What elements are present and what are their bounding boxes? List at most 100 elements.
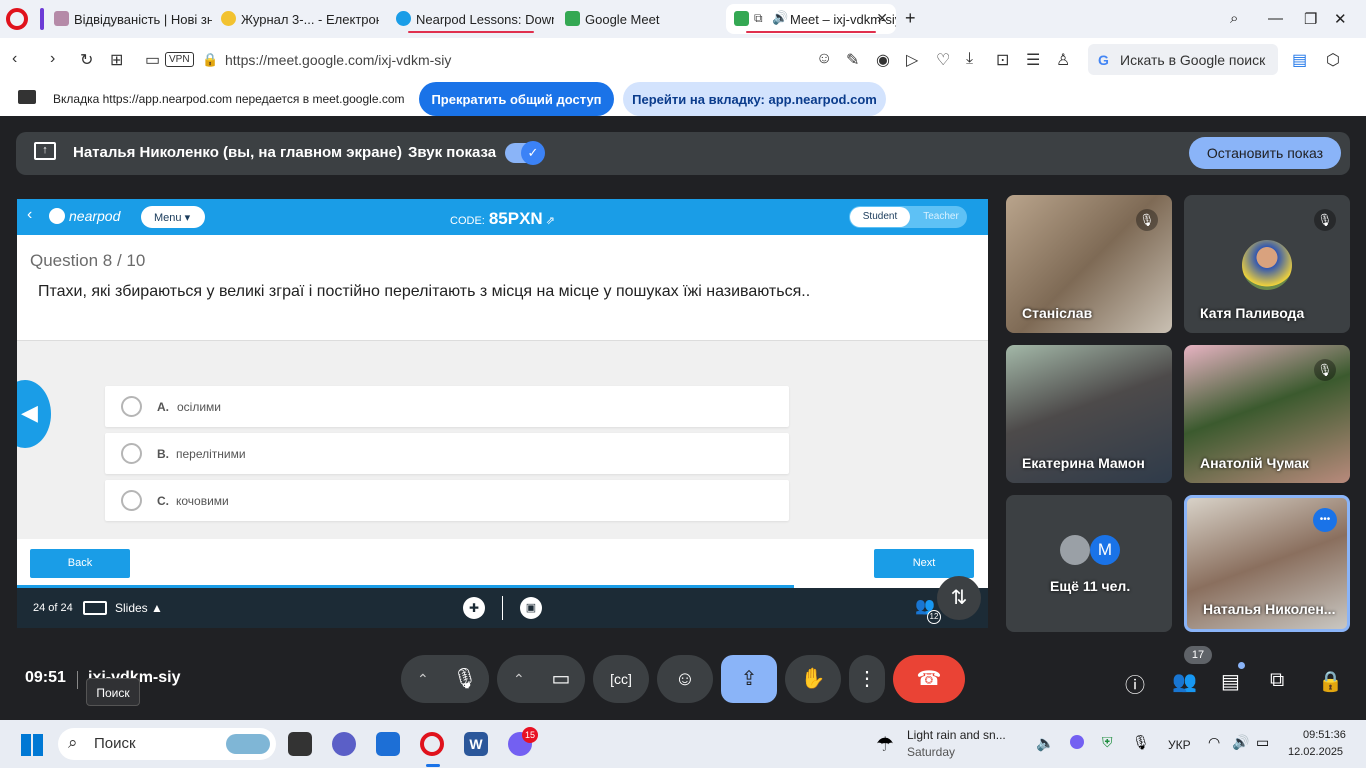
swap-layout-icon[interactable]: ⇅ bbox=[937, 576, 981, 620]
info-icon[interactable]: ⓘ bbox=[1125, 669, 1145, 698]
taskbar-search[interactable]: ⌕ Поиск bbox=[58, 728, 276, 760]
answer-option[interactable]: A. осілими bbox=[105, 386, 789, 427]
nearpod-logo-text: nearpod bbox=[69, 208, 121, 224]
language-indicator[interactable]: УКР bbox=[1168, 738, 1191, 752]
viber-tray-icon[interactable] bbox=[1070, 735, 1084, 749]
restore-icon[interactable]: ❐ bbox=[1304, 10, 1317, 28]
present-icon: ⇪ bbox=[740, 668, 758, 690]
radio-button[interactable] bbox=[121, 443, 142, 464]
battery-icon[interactable]: ▭ bbox=[1256, 734, 1269, 751]
send-icon[interactable]: ▷ bbox=[906, 50, 918, 70]
stop-sharing-button[interactable]: Прекратить общий доступ bbox=[419, 82, 614, 116]
weather-summary[interactable]: Light rain and sn... bbox=[907, 728, 1006, 742]
close-window-icon[interactable]: ✕ bbox=[1334, 10, 1347, 28]
heart-icon[interactable]: ♡ bbox=[936, 50, 950, 70]
chat-icon[interactable]: ▤ bbox=[1221, 669, 1240, 694]
tab-meet-active[interactable]: ⧉ 🔊 Meet – ixj-vdkm-siy ✕ bbox=[726, 4, 896, 34]
leave-call-button[interactable]: ☎ bbox=[893, 655, 965, 703]
reload-icon[interactable]: ↻ bbox=[80, 50, 93, 70]
extensions-icon[interactable]: ⬡ bbox=[1326, 50, 1340, 70]
camera-options-chevron-icon[interactable]: ⌃ bbox=[513, 655, 525, 703]
radio-button[interactable] bbox=[121, 490, 142, 511]
google-search-input[interactable]: G Искать в Google поиск bbox=[1088, 44, 1278, 75]
vpn-badge[interactable]: VPN bbox=[165, 52, 194, 67]
new-tab-icon[interactable]: + bbox=[905, 8, 916, 29]
download-icon[interactable]: ⤓ bbox=[966, 50, 973, 68]
word-icon[interactable]: W bbox=[464, 732, 488, 756]
opera-icon[interactable] bbox=[420, 732, 444, 756]
clock-time[interactable]: 09:51:36 bbox=[1303, 729, 1346, 741]
stop-presenting-button[interactable]: Остановить показ bbox=[1189, 137, 1341, 169]
slides-toggle[interactable]: Slides ▲ bbox=[115, 601, 163, 615]
captions-button[interactable]: [cc] bbox=[593, 655, 649, 703]
option-text: перелітними bbox=[176, 447, 246, 461]
minimize-icon[interactable]: — bbox=[1268, 10, 1283, 27]
emoji-icon[interactable]: ☺ bbox=[816, 50, 832, 68]
host-controls-icon[interactable]: 🔒 bbox=[1318, 669, 1343, 694]
nearpod-menu-button[interactable]: Menu ▾ bbox=[141, 206, 205, 228]
mic-options-chevron-icon[interactable]: ⌃ bbox=[417, 655, 429, 703]
edit-icon[interactable]: ✎ bbox=[846, 50, 859, 70]
teacher-option[interactable]: Teacher bbox=[917, 207, 965, 227]
mic-tray-icon[interactable]: 🎙 bbox=[1132, 734, 1150, 751]
more-participants-tile[interactable]: M Ещё 11 чел. bbox=[1006, 495, 1172, 632]
sidebar-icon[interactable]: ▤ bbox=[1292, 50, 1307, 70]
next-button[interactable]: Next bbox=[874, 549, 974, 578]
puzzle-icon[interactable]: ✚ bbox=[463, 597, 485, 619]
share-audio-toggle[interactable]: ✓ bbox=[505, 141, 545, 165]
more-options-button[interactable]: ⋮ bbox=[849, 655, 885, 703]
forward-icon[interactable]: › bbox=[50, 50, 55, 68]
back-button[interactable]: Back bbox=[30, 549, 130, 578]
clock-date[interactable]: 12.02.2025 bbox=[1288, 746, 1343, 758]
student-option[interactable]: Student bbox=[850, 207, 910, 227]
snapshot-icon[interactable]: ◉ bbox=[876, 50, 890, 70]
url-field[interactable]: https://meet.google.com/ixj-vdkm-siy bbox=[225, 52, 451, 68]
store-icon[interactable] bbox=[376, 732, 400, 756]
search-tabs-icon[interactable]: ⌕ bbox=[1230, 10, 1238, 27]
present-now-button[interactable]: ⇪ bbox=[721, 655, 777, 703]
easy-setup-icon[interactable]: ☰ bbox=[1026, 50, 1040, 70]
opera-logo-icon[interactable] bbox=[6, 8, 28, 30]
participant-tile[interactable]: 🎙 Катя Паливода bbox=[1184, 195, 1350, 333]
back-chevron-icon[interactable]: ‹ bbox=[27, 206, 32, 224]
speed-dial-icon[interactable]: ⊞ bbox=[110, 50, 123, 70]
tab-google-meet[interactable]: Google Meet bbox=[557, 4, 723, 34]
activities-icon[interactable]: ⧉ bbox=[1270, 669, 1284, 692]
search-icon: ⌕ bbox=[68, 733, 78, 752]
answer-option[interactable]: B. перелітними bbox=[105, 433, 789, 474]
people-icon[interactable]: 👥 bbox=[1172, 669, 1197, 694]
task-view-icon[interactable] bbox=[288, 732, 312, 756]
switch-tab-button[interactable]: Перейти на вкладку: app.nearpod.com bbox=[623, 82, 886, 116]
external-link-icon[interactable]: ⇗ bbox=[546, 215, 555, 227]
player-icon[interactable]: ⊡ bbox=[996, 50, 1009, 70]
close-tab-icon[interactable]: ✕ bbox=[876, 10, 888, 27]
bookmark-icon[interactable]: ▣ bbox=[520, 597, 542, 619]
speaker-icon[interactable]: 🔊 bbox=[1232, 734, 1249, 751]
weather-rain-icon[interactable]: ☂ bbox=[876, 732, 894, 757]
camera-icon[interactable]: ▭ bbox=[145, 50, 160, 70]
camera-button[interactable]: ▭ bbox=[537, 655, 585, 703]
tab-nearpod[interactable]: Nearpod Lessons: Downlo bbox=[388, 4, 554, 34]
wifi-icon[interactable]: ◠ bbox=[1208, 734, 1220, 751]
tab-attendance[interactable]: Відвідуваність | Нові знан bbox=[46, 4, 212, 34]
back-icon[interactable]: ‹ bbox=[12, 50, 17, 68]
answer-option[interactable]: C. кочовими bbox=[105, 480, 789, 521]
radio-button[interactable] bbox=[121, 396, 142, 417]
slides-icon[interactable] bbox=[83, 601, 107, 615]
raise-hand-button[interactable]: ✋ bbox=[785, 655, 841, 703]
participant-tile[interactable]: 🎙 Анатолій Чумак bbox=[1184, 345, 1350, 483]
mic-button[interactable]: 🎙 bbox=[441, 655, 489, 703]
tab-journal[interactable]: Журнал 3-... - Електронні bbox=[213, 4, 379, 34]
participant-tile[interactable]: Екатерина Мамон bbox=[1006, 345, 1172, 483]
participant-tile[interactable]: 🎙 Станіслав bbox=[1006, 195, 1172, 333]
meet-app-icon[interactable] bbox=[332, 732, 356, 756]
student-teacher-toggle[interactable]: Student Teacher bbox=[849, 206, 967, 228]
profile-icon[interactable]: ♙ bbox=[1056, 50, 1070, 70]
self-tile[interactable]: ••• Наталья Николен... bbox=[1184, 495, 1350, 632]
previous-slide-button[interactable]: ◀ bbox=[17, 380, 51, 448]
volume-icon[interactable]: 🔈 bbox=[1036, 734, 1055, 752]
lock-icon[interactable]: 🔒 bbox=[202, 52, 218, 68]
reactions-button[interactable]: ☺ bbox=[657, 655, 713, 703]
security-icon[interactable]: ⛨ bbox=[1102, 734, 1113, 751]
windows-start-icon[interactable] bbox=[21, 734, 43, 756]
